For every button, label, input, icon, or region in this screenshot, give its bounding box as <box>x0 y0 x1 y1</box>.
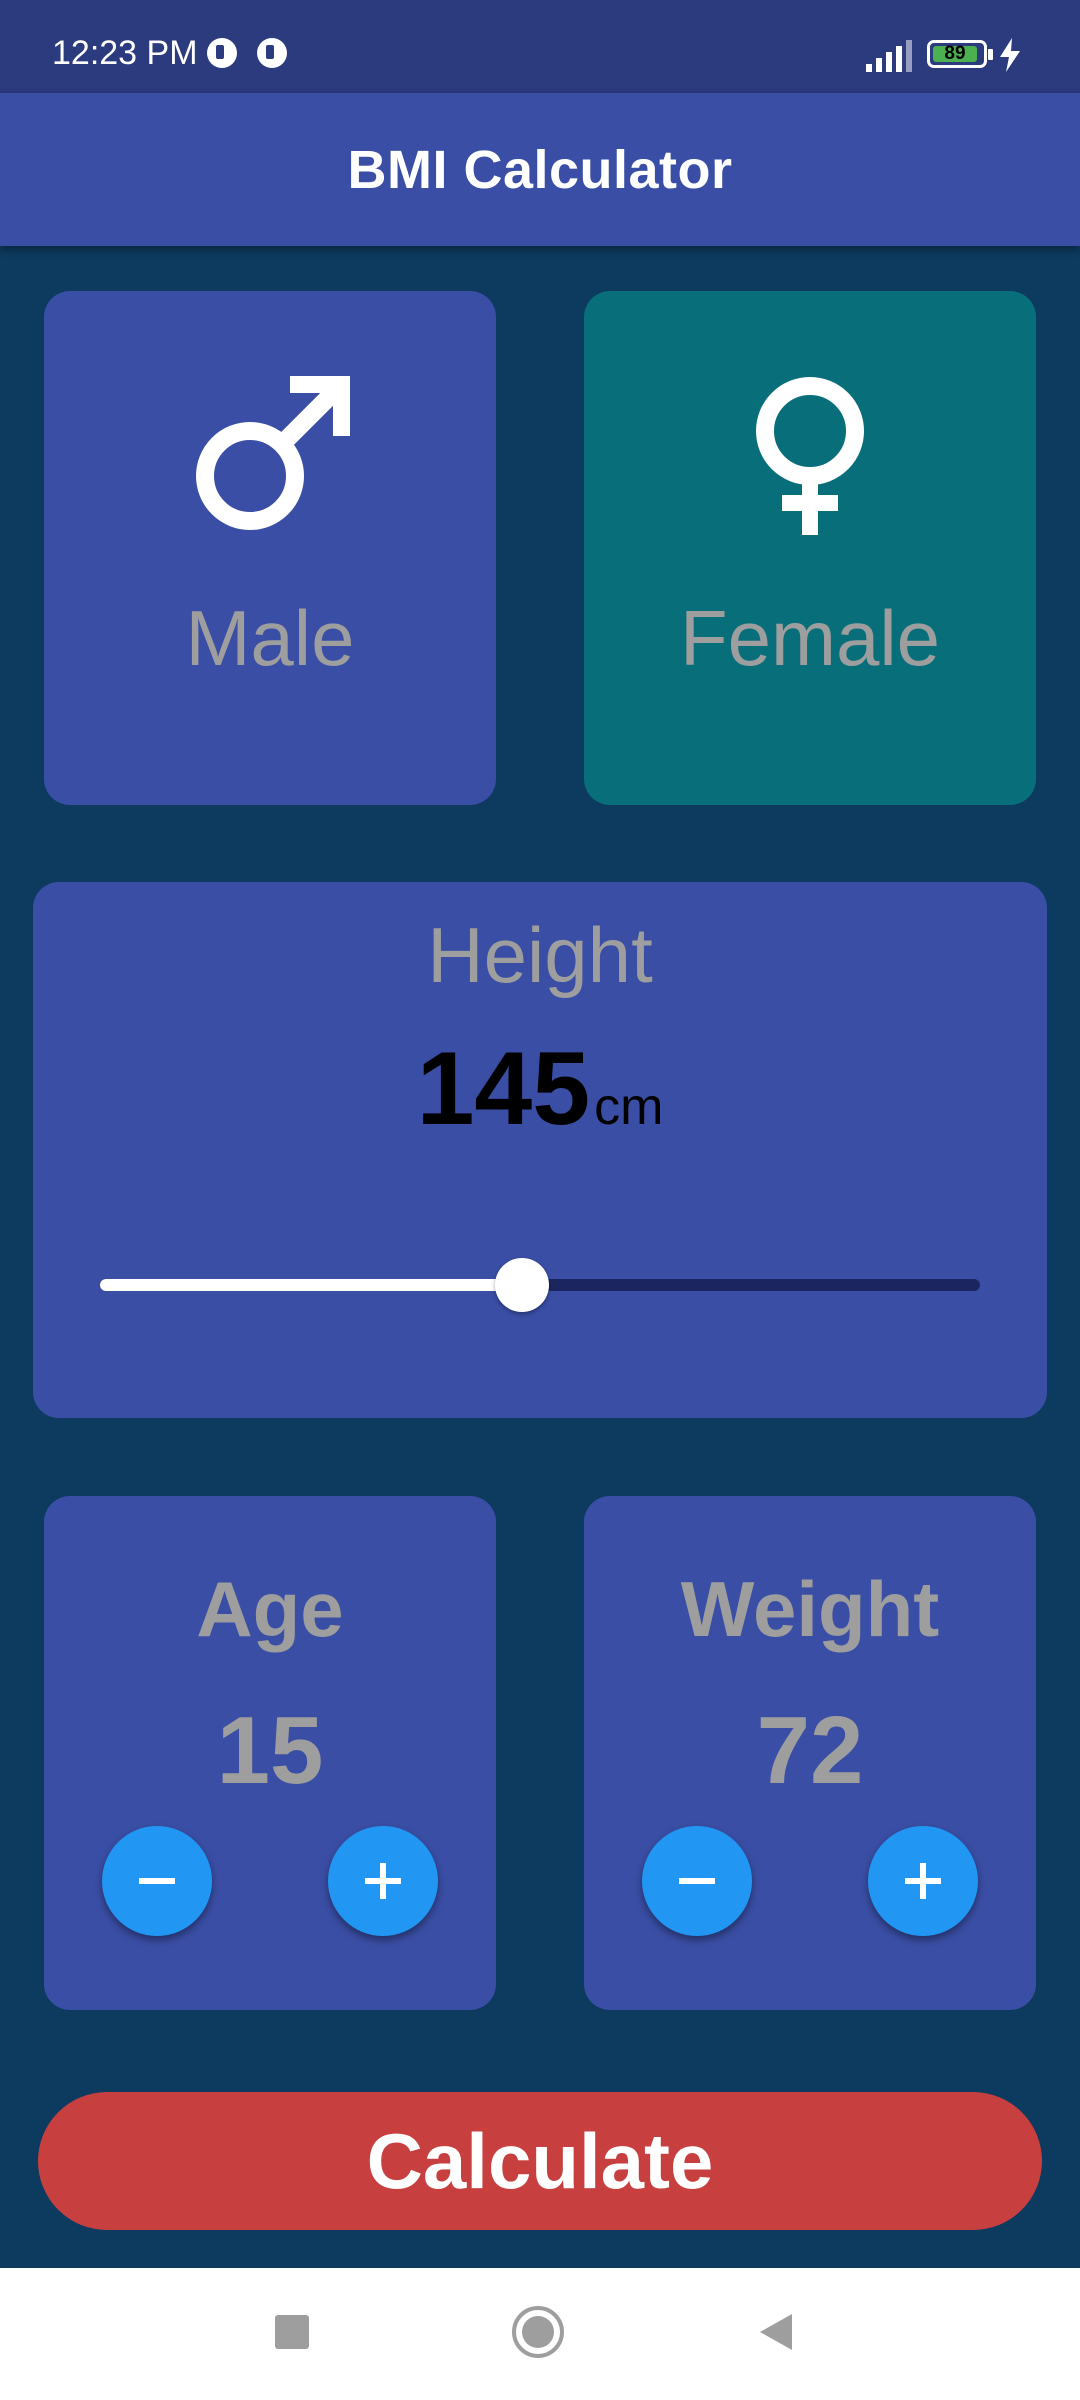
weight-card: Weight 72 <box>584 1496 1036 2010</box>
age-label: Age <box>196 1565 344 1653</box>
age-card: Age 15 <box>44 1496 496 2010</box>
height-slider-active-track <box>100 1279 522 1291</box>
status-time: 12:23 PM <box>52 34 198 72</box>
height-unit: cm <box>594 1078 664 1136</box>
age-value: 15 <box>216 1697 324 1804</box>
female-card[interactable]: Female <box>584 291 1036 805</box>
height-slider-thumb[interactable] <box>495 1258 549 1312</box>
page-title: BMI Calculator <box>347 139 733 200</box>
male-card[interactable]: Male <box>44 291 496 805</box>
female-symbol-icon <box>756 377 864 535</box>
age-decrement-button[interactable] <box>102 1826 212 1936</box>
female-label: Female <box>679 594 941 682</box>
status-bar: 12:23 PM 89 <box>0 0 1080 93</box>
back-icon[interactable] <box>758 2312 794 2352</box>
height-label: Height <box>427 911 653 999</box>
height-value-row: 145cm <box>33 1030 1047 1149</box>
height-slider[interactable] <box>100 1258 980 1312</box>
system-nav-bar <box>0 2268 1080 2400</box>
notification-app-icon <box>207 38 237 68</box>
battery-tip <box>988 49 993 60</box>
battery-level: 89 <box>933 44 977 63</box>
weight-value: 72 <box>756 1697 864 1804</box>
app-bar: BMI Calculator <box>0 93 1080 246</box>
height-card: Height 145cm <box>33 882 1047 1418</box>
notification-app-icon <box>257 38 287 68</box>
weight-decrement-button[interactable] <box>642 1826 752 1936</box>
height-value: 145 <box>416 1031 591 1147</box>
male-symbol-icon <box>196 376 350 530</box>
battery-icon: 89 <box>927 40 987 68</box>
weight-increment-button[interactable] <box>868 1826 978 1936</box>
male-label: Male <box>185 594 355 682</box>
calculate-button[interactable]: Calculate <box>38 2092 1042 2230</box>
minus-icon <box>679 1878 715 1884</box>
minus-icon <box>139 1878 175 1884</box>
plus-icon <box>905 1863 941 1899</box>
recents-icon[interactable] <box>275 2315 309 2349</box>
weight-label: Weight <box>680 1565 940 1653</box>
home-icon[interactable] <box>512 2306 564 2358</box>
age-increment-button[interactable] <box>328 1826 438 1936</box>
charging-icon <box>1000 38 1020 72</box>
plus-icon <box>365 1863 401 1899</box>
signal-icon <box>866 40 912 72</box>
